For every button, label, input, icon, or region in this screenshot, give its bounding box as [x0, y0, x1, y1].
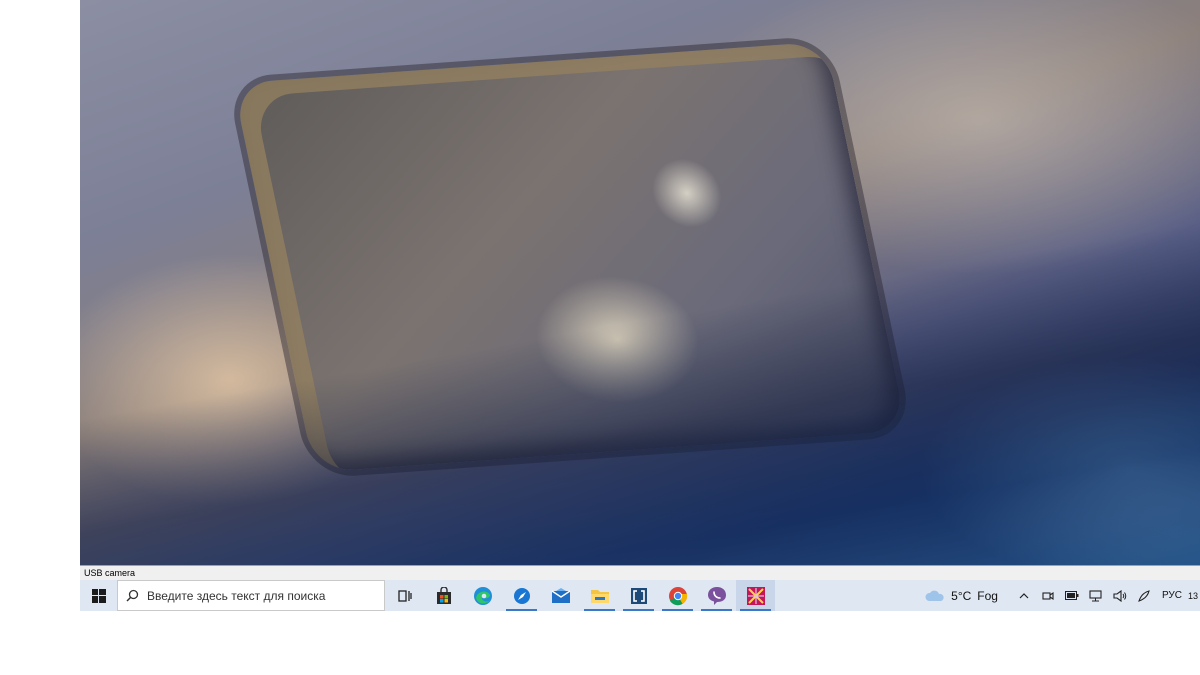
- pen-workspace-icon[interactable]: [1132, 580, 1156, 611]
- task-view-button[interactable]: [385, 580, 424, 611]
- network-icon[interactable]: [1084, 580, 1108, 611]
- camera-window-label: USB camera: [80, 565, 1200, 580]
- start-button[interactable]: [80, 580, 117, 611]
- search-icon: [126, 589, 139, 602]
- volume-icon[interactable]: [1108, 580, 1132, 611]
- task-view-icon: [397, 589, 412, 602]
- taskbar-app-viber[interactable]: [697, 580, 736, 611]
- taskbar-app-edge[interactable]: [463, 580, 502, 611]
- search-placeholder: Введите здесь текст для поиска: [147, 588, 326, 603]
- weather-temp: 5°C: [951, 588, 972, 603]
- taskbar-app-mail[interactable]: [541, 580, 580, 611]
- windows-logo-icon: [91, 588, 106, 603]
- image-shadow: [80, 0, 1200, 565]
- clock[interactable]: 13: [1188, 591, 1200, 601]
- camera-app-icon: [746, 586, 765, 605]
- battery-icon[interactable]: [1060, 580, 1084, 611]
- weather-widget[interactable]: 5°C Fog: [925, 589, 1012, 603]
- taskbar-app-camera[interactable]: [736, 580, 775, 611]
- camera-video-feed: [80, 0, 1200, 565]
- taskbar-app-chrome[interactable]: [658, 580, 697, 611]
- show-hidden-icons-chevron-icon[interactable]: [1012, 580, 1036, 611]
- compass-icon: [513, 587, 530, 604]
- taskbar-app-file-explorer[interactable]: [580, 580, 619, 611]
- weather-condition: Fog: [977, 588, 998, 603]
- mail-icon: [551, 587, 570, 603]
- bracket-square-icon: [630, 587, 647, 604]
- chrome-icon: [668, 586, 687, 605]
- fog-cloud-icon: [925, 590, 944, 601]
- viber-icon: [707, 586, 726, 605]
- input-language-indicator[interactable]: РУС: [1156, 590, 1188, 601]
- store-bag-icon: [436, 586, 451, 604]
- taskbar-app-square[interactable]: [619, 580, 658, 611]
- edge-icon: [473, 586, 492, 605]
- system-tray: 5°C Fog РУС 13: [925, 580, 1200, 611]
- meet-now-icon[interactable]: [1036, 580, 1060, 611]
- taskbar: Введите здесь текст для поиска 5°C Fog Р…: [80, 580, 1200, 611]
- taskbar-search-box[interactable]: Введите здесь текст для поиска: [117, 580, 385, 611]
- taskbar-app-compass[interactable]: [502, 580, 541, 611]
- folder-icon: [590, 589, 609, 603]
- taskbar-app-microsoft-store[interactable]: [424, 580, 463, 611]
